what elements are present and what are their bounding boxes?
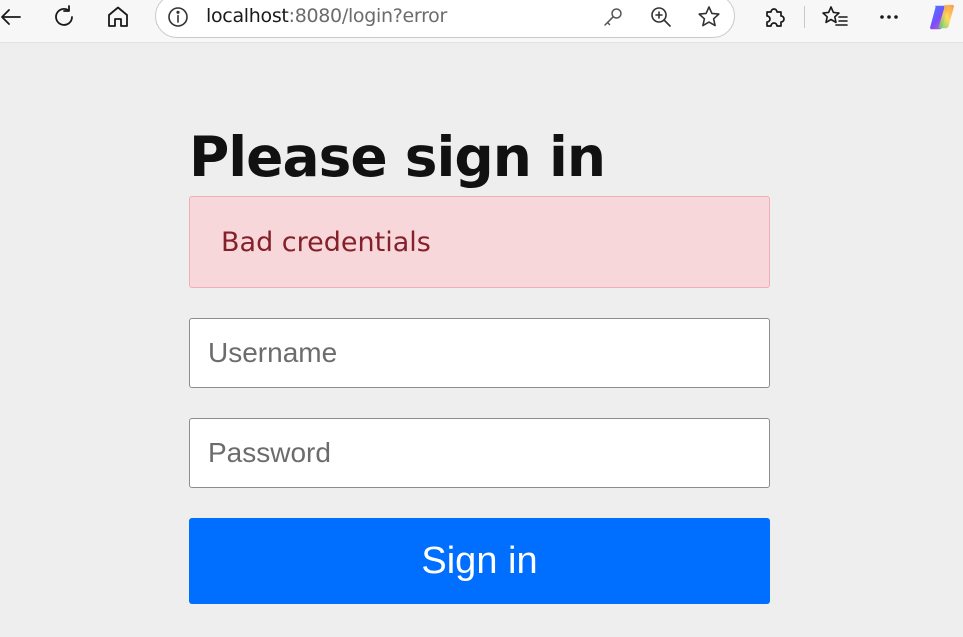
url-host: localhost <box>206 5 289 27</box>
error-alert: Bad credentials <box>189 196 770 288</box>
refresh-icon[interactable] <box>49 2 79 32</box>
username-input[interactable] <box>189 318 770 388</box>
toolbar-divider <box>804 6 805 28</box>
more-icon[interactable] <box>874 2 904 32</box>
sign-in-button[interactable]: Sign in <box>189 518 770 604</box>
password-input[interactable] <box>189 418 770 488</box>
favorites-list-icon[interactable] <box>820 2 850 32</box>
address-bar[interactable]: localhost:8080/login?error <box>155 0 735 38</box>
key-icon[interactable] <box>598 2 628 32</box>
site-info-icon[interactable] <box>163 2 193 32</box>
favorite-star-icon[interactable] <box>694 2 724 32</box>
copilot-icon[interactable] <box>927 2 957 32</box>
home-icon[interactable] <box>103 2 133 32</box>
login-form: Please sign in Bad credentials Sign in <box>189 118 770 604</box>
url-path: :8080/login?error <box>288 5 448 27</box>
extensions-icon[interactable] <box>759 2 789 32</box>
url-text[interactable]: localhost:8080/login?error <box>206 5 447 27</box>
page-title: Please sign in <box>189 125 606 189</box>
zoom-icon[interactable] <box>646 2 676 32</box>
back-icon[interactable] <box>0 2 26 32</box>
browser-toolbar: localhost:8080/login?error <box>0 0 963 43</box>
